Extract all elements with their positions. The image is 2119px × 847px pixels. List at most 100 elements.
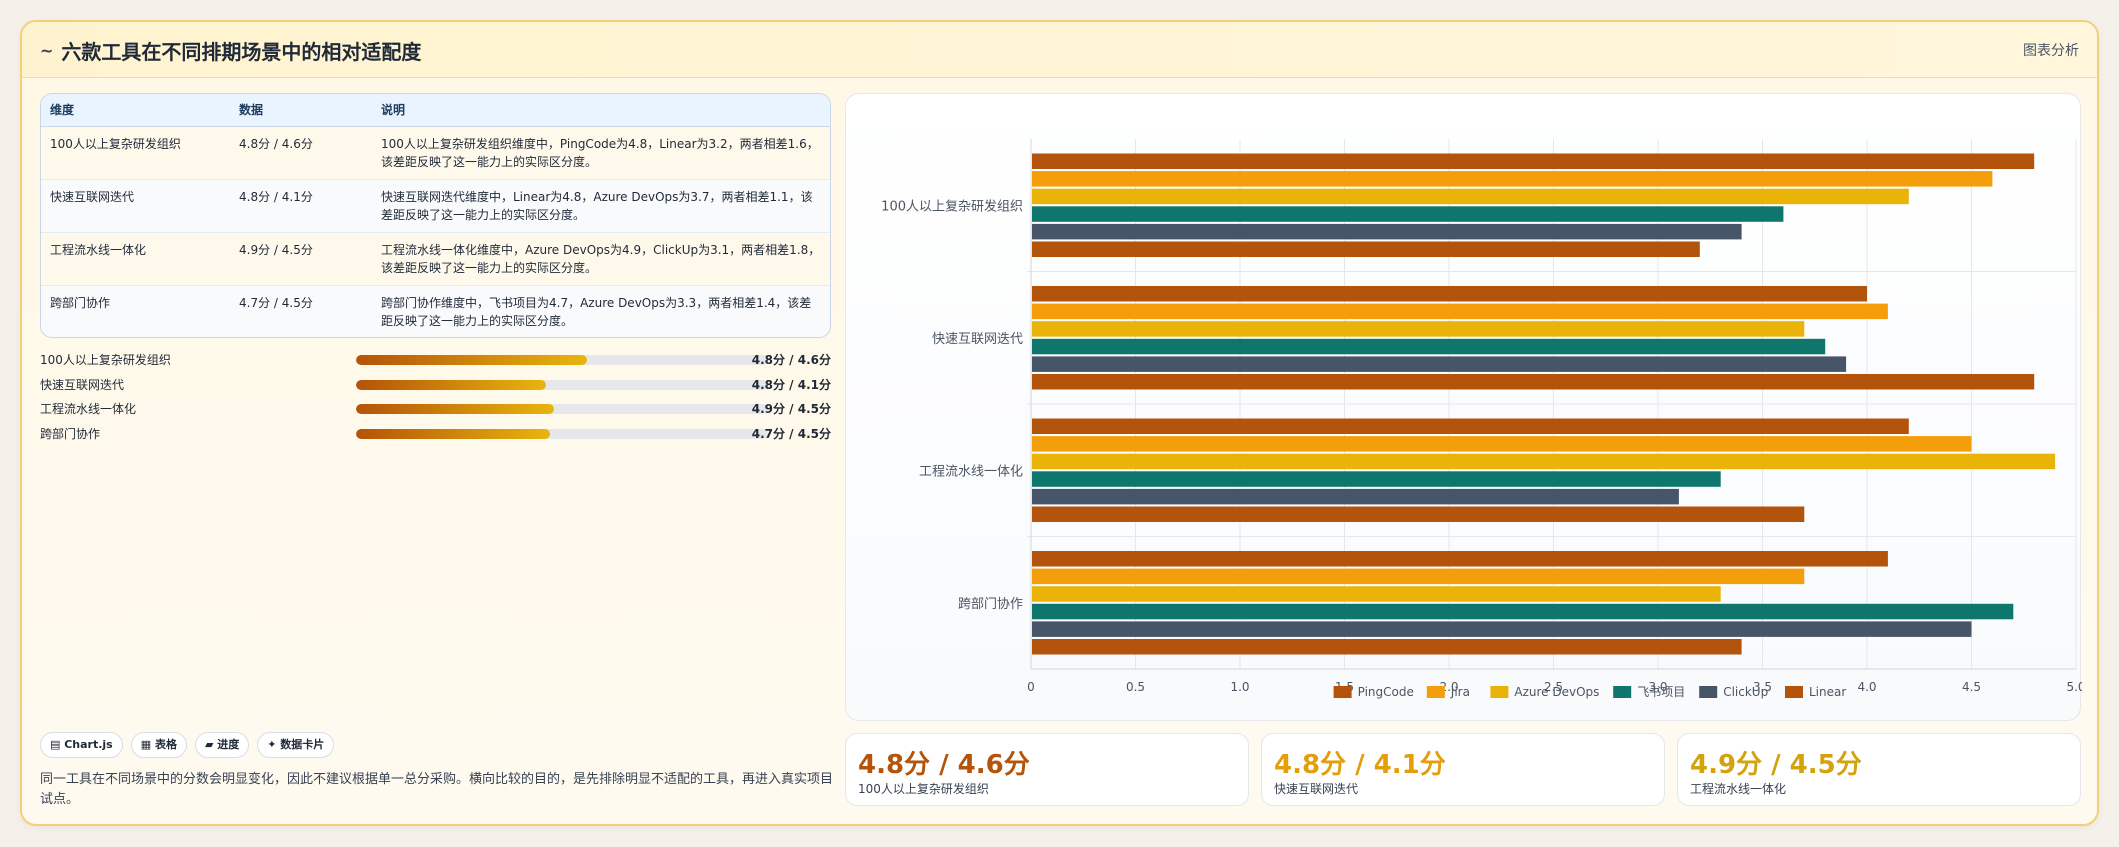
chip-chartjs[interactable]: ▤ Chart.js — [40, 732, 123, 758]
chip-progress[interactable]: ▰ 进度 — [194, 732, 250, 758]
progress-track — [356, 379, 768, 390]
cell-data: 4.7分 / 4.5分 — [239, 295, 313, 310]
progress-row: 快速互联网迭代 4.8分 / 4.1分 — [40, 374, 831, 399]
bar — [1032, 551, 1888, 567]
page-title-text: 六款工具在不同排期场景中的相对适配度 — [61, 40, 422, 64]
x-tick-label: 0 — [1027, 680, 1035, 694]
stat-card: 4.8分 / 4.6分 100人以上复杂研发组织 — [845, 733, 1249, 806]
table-row: 快速互联网迭代 4.8分 / 4.1分 快速互联网迭代维度中，Linear为4.… — [41, 179, 830, 233]
data-table: 维度 数据 说明 100人以上复杂研发组织 4.8分 / 4.6分 100人以上… — [40, 93, 831, 338]
y-tick-label: 100人以上复杂研发组织 — [881, 198, 1023, 214]
y-tick-label: 工程流水线一体化 — [919, 464, 1023, 479]
cell-description: 工程流水线一体化维度中，Azure DevOps为4.9，ClickUp为3.1… — [372, 232, 830, 286]
cell-data: 4.9分 / 4.5分 — [230, 232, 372, 286]
bar — [1032, 338, 1826, 355]
analysis-tag: 图表分析 — [2023, 43, 2079, 59]
progress-fill — [356, 404, 554, 414]
chip-row: ▤ Chart.js ▦ 表格 ▰ 进度 ✦ 数据卡片 — [40, 732, 335, 758]
table-row: 100人以上复杂研发组织 4.8分 / 4.6分 100人以上复杂研发组织维度中… — [41, 126, 830, 180]
progress-track — [356, 355, 768, 365]
legend-label: 飞书项目 — [1637, 685, 1685, 699]
bar — [1032, 453, 2056, 470]
cell-dimension: 快速互联网迭代 — [41, 179, 230, 233]
progress-label: 100人以上复杂研发组织 — [40, 353, 171, 367]
bar — [1032, 241, 1700, 257]
bar — [1032, 418, 1909, 434]
bar — [1032, 356, 1847, 372]
trend-icon: ~ — [40, 41, 54, 60]
legend-swatch — [1699, 686, 1718, 698]
progress-value: 4.8分 / 4.1分 — [751, 377, 831, 392]
x-tick-label: 1.0 — [1230, 680, 1249, 694]
column-header-dimension: 维度 — [41, 94, 230, 127]
progress-label: 跨部门协作 — [40, 426, 101, 441]
chip-data-card[interactable]: ✦ 数据卡片 — [257, 732, 335, 758]
footnote: 同一工具在不同场景中的分数会明显变化，因此不建议根据单一总分采购。横向比较的目的… — [40, 772, 834, 807]
stat-value: 4.8分 / 4.6分 — [858, 750, 1030, 780]
y-tick-label: 快速互联网迭代 — [932, 332, 1023, 347]
stat-card: 4.9分 / 4.5分 工程流水线一体化 — [1677, 733, 2081, 806]
x-tick-label: 5.0 — [2066, 680, 2082, 694]
bar — [1032, 568, 1805, 585]
bar — [1032, 321, 1805, 337]
progress-track — [356, 404, 768, 414]
y-tick-label: 跨部门协作 — [958, 597, 1023, 612]
stat-value: 4.8分 / 4.1分 — [1274, 750, 1446, 780]
table-header-row: 维度 数据 说明 — [41, 94, 830, 127]
x-tick-label: 4.5 — [1962, 680, 1981, 694]
progress-value: 4.9分 / 4.5分 — [751, 402, 831, 416]
stat-label: 100人以上复杂研发组织 — [858, 782, 989, 796]
progress-row: 跨部门协作 4.7分 / 4.5分 — [40, 423, 831, 448]
bar-chart: 00.51.01.52.02.53.03.54.04.55.0100人以上复杂研… — [881, 139, 2082, 699]
cell-data: 4.8分 / 4.1分 — [230, 179, 372, 233]
bar — [1032, 586, 1721, 602]
cell-description: 跨部门协作维度中，飞书项目为4.7，Azure DevOps为3.3，两者相差1… — [381, 295, 812, 328]
table-row: 工程流水线一体化 4.9分 / 4.5分 工程流水线一体化维度中，Azure D… — [41, 232, 830, 286]
progress-fill — [356, 355, 587, 365]
cell-dimension: 跨部门协作 — [50, 295, 111, 310]
legend-label: Linear — [1809, 685, 1846, 699]
bar — [1032, 153, 2035, 169]
bar — [1032, 286, 1867, 302]
card-header: ~ 六款工具在不同排期场景中的相对适配度 图表分析 — [22, 22, 2097, 78]
legend-swatch — [1785, 686, 1803, 698]
legend-label: ClickUp — [1723, 685, 1768, 699]
stat-label: 工程流水线一体化 — [1690, 782, 1787, 796]
bar — [1032, 639, 1742, 655]
bar — [1032, 171, 1993, 187]
page-title: ~ 六款工具在不同排期场景中的相对适配度 — [40, 36, 421, 65]
chip-table[interactable]: ▦ 表格 — [130, 732, 187, 758]
bar — [1032, 506, 1805, 522]
table-row: 跨部门协作 4.7分 / 4.5分 跨部门协作维度中，飞书项目为4.7，Azur… — [41, 285, 830, 337]
x-tick-label: 0.5 — [1126, 680, 1145, 694]
bar — [1032, 436, 1972, 452]
chart-card: ~ 六款工具在不同排期场景中的相对适配度 图表分析 维度 数据 说明 100人以… — [20, 20, 2099, 826]
progress-row: 100人以上复杂研发组织 4.8分 / 4.6分 — [40, 349, 831, 374]
stat-card: 4.8分 / 4.1分 快速互联网迭代 — [1261, 733, 1665, 806]
legend-swatch — [1333, 686, 1352, 698]
bar — [1032, 188, 1909, 205]
chart-container: 00.51.01.52.02.53.03.54.04.55.0100人以上复杂研… — [845, 93, 2082, 721]
legend-swatch — [1426, 686, 1445, 698]
bar — [1032, 206, 1784, 222]
cell-description: 100人以上复杂研发组织维度中，PingCode为4.8，Linear为3.2，… — [372, 126, 830, 180]
bar — [1032, 603, 2014, 620]
progress-label: 工程流水线一体化 — [40, 402, 137, 416]
legend-swatch — [1613, 686, 1632, 698]
stat-label: 快速互联网迭代 — [1274, 782, 1359, 796]
progress-fill — [356, 379, 546, 390]
cell-description: 快速互联网迭代维度中，Linear为4.8，Azure DevOps为3.7，两… — [372, 179, 830, 233]
bar — [1032, 374, 2035, 390]
cell-dimension: 100人以上复杂研发组织 — [41, 126, 230, 180]
bar — [1032, 223, 1742, 240]
legend-label: PingCode — [1358, 685, 1414, 699]
cell-dimension: 工程流水线一体化 — [41, 232, 230, 286]
bar — [1032, 621, 1972, 637]
bar — [1032, 471, 1721, 487]
legend-swatch — [1490, 686, 1509, 698]
progress-label: 快速互联网迭代 — [40, 377, 125, 392]
progress-row: 工程流水线一体化 4.9分 / 4.5分 — [40, 398, 831, 423]
stat-value: 4.9分 / 4.5分 — [1690, 750, 1862, 780]
progress-track — [356, 428, 768, 439]
progress-list: 100人以上复杂研发组织 4.8分 / 4.6分 快速互联网迭代 4.8分 / … — [40, 349, 831, 447]
